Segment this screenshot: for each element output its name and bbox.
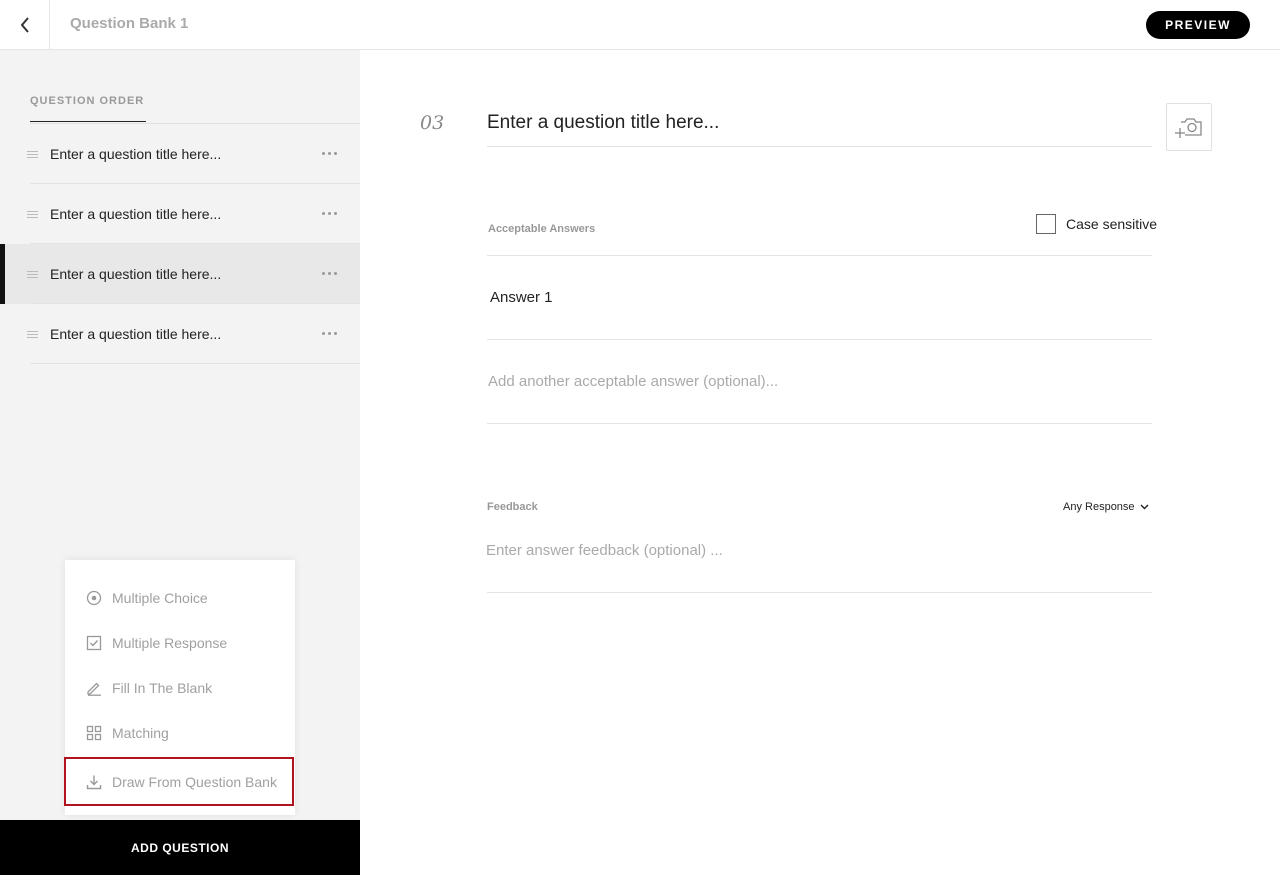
divider <box>487 255 1152 256</box>
add-image-button[interactable] <box>1166 103 1212 151</box>
preview-button[interactable]: PREVIEW <box>1146 11 1250 39</box>
camera-add-icon <box>1175 118 1202 138</box>
drag-handle-icon[interactable] <box>27 331 38 340</box>
acceptable-answers-label: Acceptable Answers <box>488 223 596 235</box>
menu-item-matching[interactable]: Matching <box>65 710 295 755</box>
divider <box>487 592 1152 593</box>
response-type-select[interactable]: Any Response <box>1063 501 1149 513</box>
grid-icon <box>86 725 102 741</box>
divider <box>487 423 1152 424</box>
question-list-item[interactable]: Enter a question title here... <box>0 304 360 364</box>
menu-item-label: Multiple Response <box>112 634 228 651</box>
drag-handle-icon[interactable] <box>27 151 38 160</box>
question-number: 03 <box>420 112 445 134</box>
question-item-label: Enter a question title here... <box>50 266 222 282</box>
menu-item-label: Matching <box>112 724 169 741</box>
question-title-input[interactable] <box>487 104 1152 147</box>
more-options-icon[interactable] <box>322 332 337 335</box>
drag-handle-icon[interactable] <box>27 211 38 220</box>
menu-item-label: Draw From Question Bank <box>112 773 277 790</box>
menu-item-label: Fill In The Blank <box>112 679 213 696</box>
chevron-left-icon <box>20 16 29 33</box>
more-options-icon[interactable] <box>322 272 337 275</box>
question-list-item[interactable]: Enter a question title here... <box>0 184 360 244</box>
add-answer-input[interactable] <box>488 370 1148 392</box>
question-list: Enter a question title here... Enter a q… <box>0 124 360 364</box>
back-button[interactable] <box>0 0 50 49</box>
feedback-label: Feedback <box>487 501 538 513</box>
menu-item-multiple-choice[interactable]: Multiple Choice <box>65 575 295 620</box>
radio-icon <box>86 590 102 606</box>
menu-item-multiple-response[interactable]: Multiple Response <box>65 620 295 665</box>
divider <box>487 339 1152 340</box>
question-type-menu: Multiple Choice Multiple Response Fill I… <box>64 560 295 815</box>
menu-item-fill-in-the-blank[interactable]: Fill In The Blank <box>65 665 295 710</box>
more-options-icon[interactable] <box>322 152 337 155</box>
more-options-icon[interactable] <box>322 212 337 215</box>
question-item-label: Enter a question title here... <box>50 326 222 342</box>
feedback-input[interactable] <box>486 539 1146 561</box>
case-sensitive-label: Case sensitive <box>1066 216 1158 232</box>
add-question-button[interactable]: ADD QUESTION <box>0 820 360 875</box>
checkbox-icon <box>86 635 102 651</box>
pencil-icon <box>86 680 102 696</box>
question-item-label: Enter a question title here... <box>50 206 222 222</box>
menu-item-label: Multiple Choice <box>112 589 208 606</box>
question-list-item-active[interactable]: Enter a question title here... <box>0 244 360 304</box>
question-item-label: Enter a question title here... <box>50 146 222 162</box>
answer-field[interactable]: Answer 1 <box>490 289 553 306</box>
page-title: Question Bank 1 <box>70 15 189 32</box>
chevron-down-icon <box>1140 504 1149 510</box>
menu-item-draw-from-question-bank[interactable]: Draw From Question Bank <box>64 757 294 806</box>
question-order-heading: QUESTION ORDER <box>30 95 146 122</box>
question-list-item[interactable]: Enter a question title here... <box>0 124 360 184</box>
top-header: Question Bank 1 PREVIEW <box>0 0 1280 50</box>
drag-handle-icon[interactable] <box>27 271 38 280</box>
case-sensitive-checkbox[interactable] <box>1036 214 1056 234</box>
response-select-value: Any Response <box>1063 501 1135 513</box>
download-icon <box>86 774 102 790</box>
